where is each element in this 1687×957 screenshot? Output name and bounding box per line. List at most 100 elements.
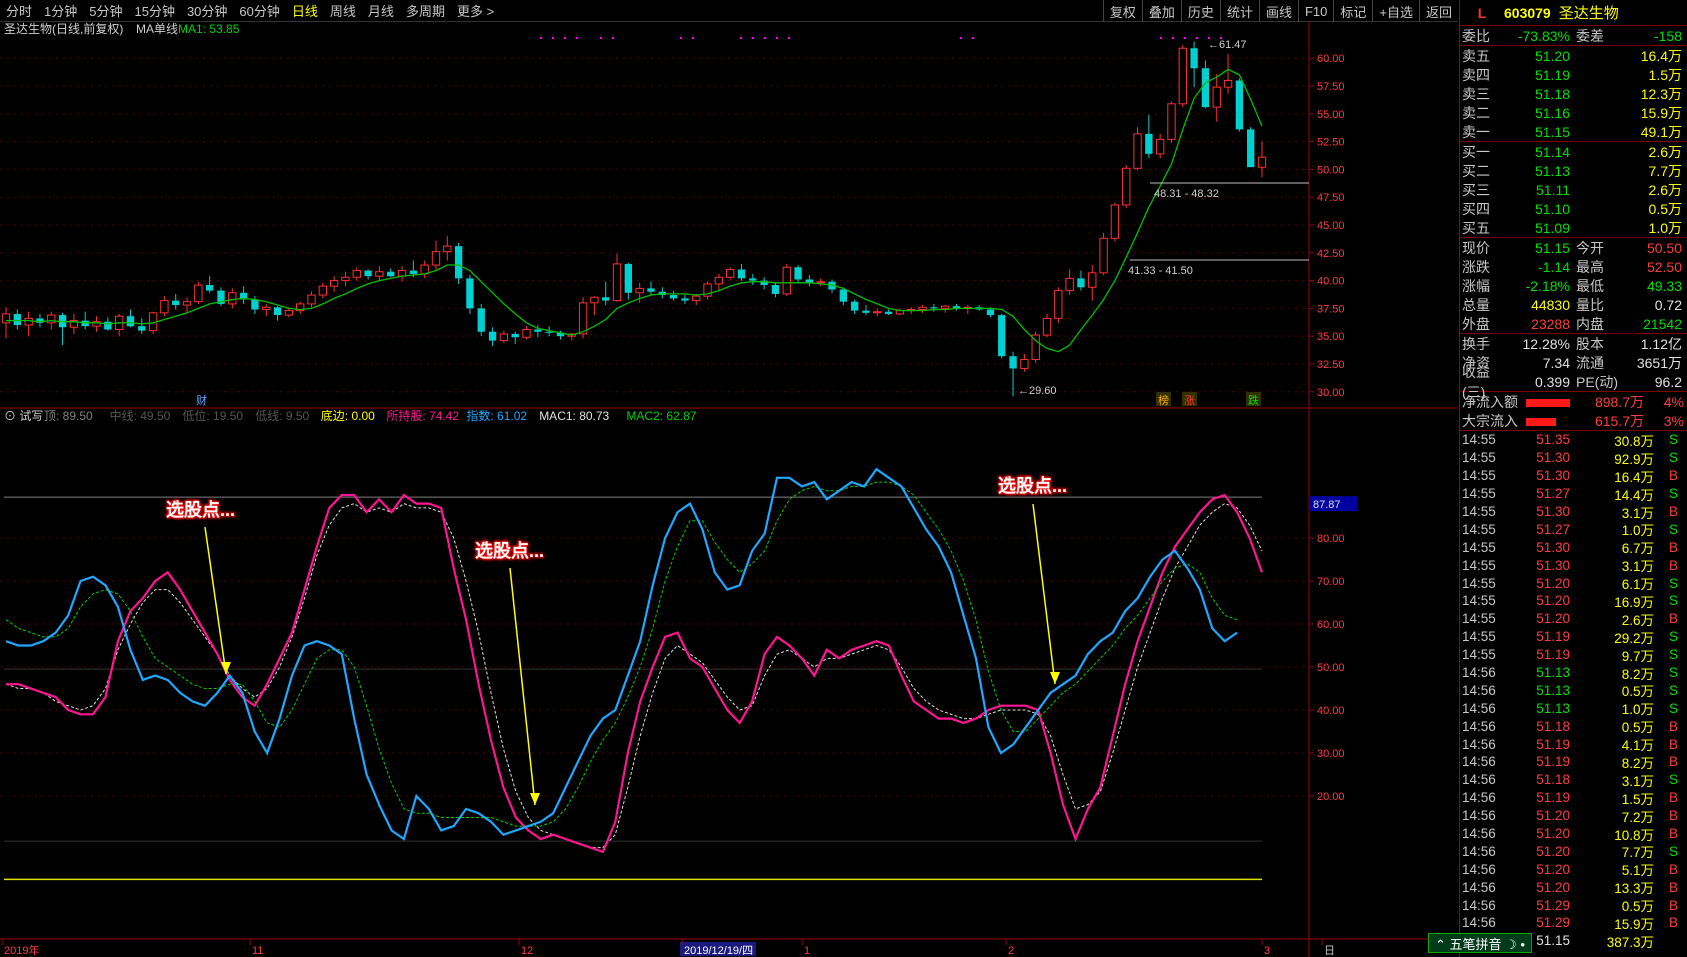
candle-28 xyxy=(318,285,328,296)
arrow-head-2 xyxy=(1050,672,1060,684)
l-label: L xyxy=(1477,4,1487,21)
candle-31 xyxy=(352,270,361,278)
chart-area[interactable]: 30.00 32.50 35.00 37.50 40.00 42.50 45.00 47.50… xyxy=(0,22,1458,957)
top-dot-0-3 xyxy=(576,37,578,39)
candle-48 xyxy=(545,331,553,333)
toolbar-btn-1[interactable]: 叠加 xyxy=(1141,0,1181,22)
candle-69 xyxy=(782,266,791,295)
toolbar-btn-8[interactable]: 返回 xyxy=(1418,0,1458,22)
indicator-item-3: 低线: 9.50 xyxy=(255,409,309,423)
candle-81 xyxy=(918,306,927,310)
flow-row-1: 大宗流入 615.7万 3% xyxy=(1462,412,1684,429)
candle-72 xyxy=(816,281,825,284)
price-label-2: 35.00 xyxy=(1317,331,1345,343)
candle-56 xyxy=(635,287,644,294)
candle-57 xyxy=(647,288,655,292)
indicator-item-1: 中线: 49.50 xyxy=(110,408,171,423)
tick-row-13: 14:56 51.13 8.2万 S xyxy=(1462,665,1678,682)
top-dot-5-3 xyxy=(1196,37,1198,39)
period-1[interactable]: 1分钟 xyxy=(38,1,83,20)
tick-row-4: 14:55 51.30 3.1万 B xyxy=(1462,504,1678,521)
tick-row-8: 14:55 51.20 6.1万 S xyxy=(1462,575,1678,593)
tick-row-25: 14:56 51.20 13.3万 B xyxy=(1462,879,1678,897)
top-dot-0-2 xyxy=(564,37,566,39)
top-dot-5-1 xyxy=(1172,37,1174,39)
tick-row-3: 14:55 51.27 14.4万 S xyxy=(1462,486,1678,503)
date-label-2: 12 xyxy=(521,945,533,957)
tick-row-23: 14:56 51.20 7.7万 S xyxy=(1462,843,1678,861)
top-dot-4-1 xyxy=(972,37,974,39)
indicator-item-5: 所持股: 74.42 xyxy=(386,408,459,423)
candle-1 xyxy=(13,313,21,326)
period-2[interactable]: 5分钟 xyxy=(83,1,128,20)
ma-value: MA1: 53.85 xyxy=(178,22,240,36)
candle-106 xyxy=(1201,68,1210,108)
candle-87 xyxy=(986,309,995,316)
candle-38 xyxy=(431,251,441,266)
indicator-item-7: MAC1: 80.73 xyxy=(539,409,609,423)
ind-label-0: 20.00 xyxy=(1317,791,1345,803)
indicator-item-4: 底边: 0.00 xyxy=(321,408,375,423)
candle-88 xyxy=(998,315,1006,357)
period-9[interactable]: 多周期 xyxy=(400,1,451,20)
toolbar-btn-5[interactable]: F10 xyxy=(1297,0,1333,22)
candle-18 xyxy=(205,285,214,291)
candle-104 xyxy=(1178,47,1187,105)
candle-47 xyxy=(534,329,542,332)
candle-111 xyxy=(1257,156,1267,168)
candle-43 xyxy=(488,331,497,341)
period-6[interactable]: 日线 xyxy=(286,1,324,20)
candle-46 xyxy=(522,329,531,338)
candle-15 xyxy=(172,300,180,306)
indicator-name: ⊙ 试写 xyxy=(4,408,43,423)
arrow-head-1 xyxy=(530,793,540,805)
indicator-item-8: MAC2: 62.87 xyxy=(626,409,696,423)
toolbar-btn-3[interactable]: 统计 xyxy=(1219,0,1259,22)
toolbar-btn-6[interactable]: 标记 xyxy=(1333,0,1372,22)
candle-70 xyxy=(794,267,802,280)
tick-row-24: 14:56 51.20 5.1万 B xyxy=(1462,861,1678,879)
period-10[interactable]: 更多 > xyxy=(451,1,500,20)
candle-98 xyxy=(1110,204,1120,239)
period-7[interactable]: 周线 xyxy=(324,1,362,20)
candle-83 xyxy=(940,305,950,309)
toolbar-btn-2[interactable]: 历史 xyxy=(1180,0,1220,22)
period-5[interactable]: 60分钟 xyxy=(233,1,285,20)
toolbar-btn-4[interactable]: 画线 xyxy=(1258,0,1298,22)
marker-1: 榜 xyxy=(1158,393,1169,407)
period-4[interactable]: 30分钟 xyxy=(181,1,233,20)
top-dot-1-0 xyxy=(600,37,602,39)
candle-23 xyxy=(262,306,271,310)
toolbar-btn-0[interactable]: 复权 xyxy=(1102,0,1142,22)
top-dot-0-0 xyxy=(540,37,542,39)
period-0[interactable]: 分时 xyxy=(0,1,38,20)
series-ref-1 xyxy=(5,481,1238,827)
period-8[interactable]: 月线 xyxy=(362,1,400,20)
stat-row-2: 涨幅 -2.18% 最低 49.33 xyxy=(1462,277,1682,294)
ind-label-2: 40.00 xyxy=(1317,705,1345,717)
date-label-3: 2019/12/19/四 xyxy=(684,945,753,957)
stat-row-0: 现价 51.15 今开 50.50 xyxy=(1462,239,1682,256)
candle-54 xyxy=(612,263,622,302)
toolbar-btn-7[interactable]: +自选 xyxy=(1372,0,1419,22)
period-3[interactable]: 15分钟 xyxy=(128,1,180,20)
input-method-button[interactable]: ⌃ 五笔拼音 ☽ • xyxy=(1428,933,1532,953)
stat-row-1: 涨跌 -1.14 最高 52.50 xyxy=(1462,258,1682,275)
price-label-9: 52.50 xyxy=(1317,137,1345,149)
candle-52 xyxy=(590,296,599,304)
bid-row-4: 买五 51.09 1.0万 xyxy=(1462,219,1682,236)
quote-panel: L 603079 圣达生物 委比 -73.83% 委差 -158 卖五 51.20 16.4万 卖四… xyxy=(1459,0,1687,957)
candle-107 xyxy=(1212,86,1221,108)
tick-row-7: 14:55 51.30 3.1万 B xyxy=(1462,557,1678,575)
candle-99 xyxy=(1122,167,1131,206)
candle-17 xyxy=(194,284,203,303)
candle-95 xyxy=(1077,278,1085,288)
indicator-item-0: 顶: 89.50 xyxy=(44,409,93,423)
price-label-5: 42.50 xyxy=(1317,248,1345,260)
candle-76 xyxy=(862,310,870,313)
date-label-6: 3 xyxy=(1264,945,1270,957)
price-label-8: 50.00 xyxy=(1317,164,1345,176)
candle-30 xyxy=(341,276,350,282)
indicator-item-6: 指数: 61.02 xyxy=(466,408,527,423)
tick-row-17: 14:56 51.19 4.1万 B xyxy=(1462,736,1678,754)
